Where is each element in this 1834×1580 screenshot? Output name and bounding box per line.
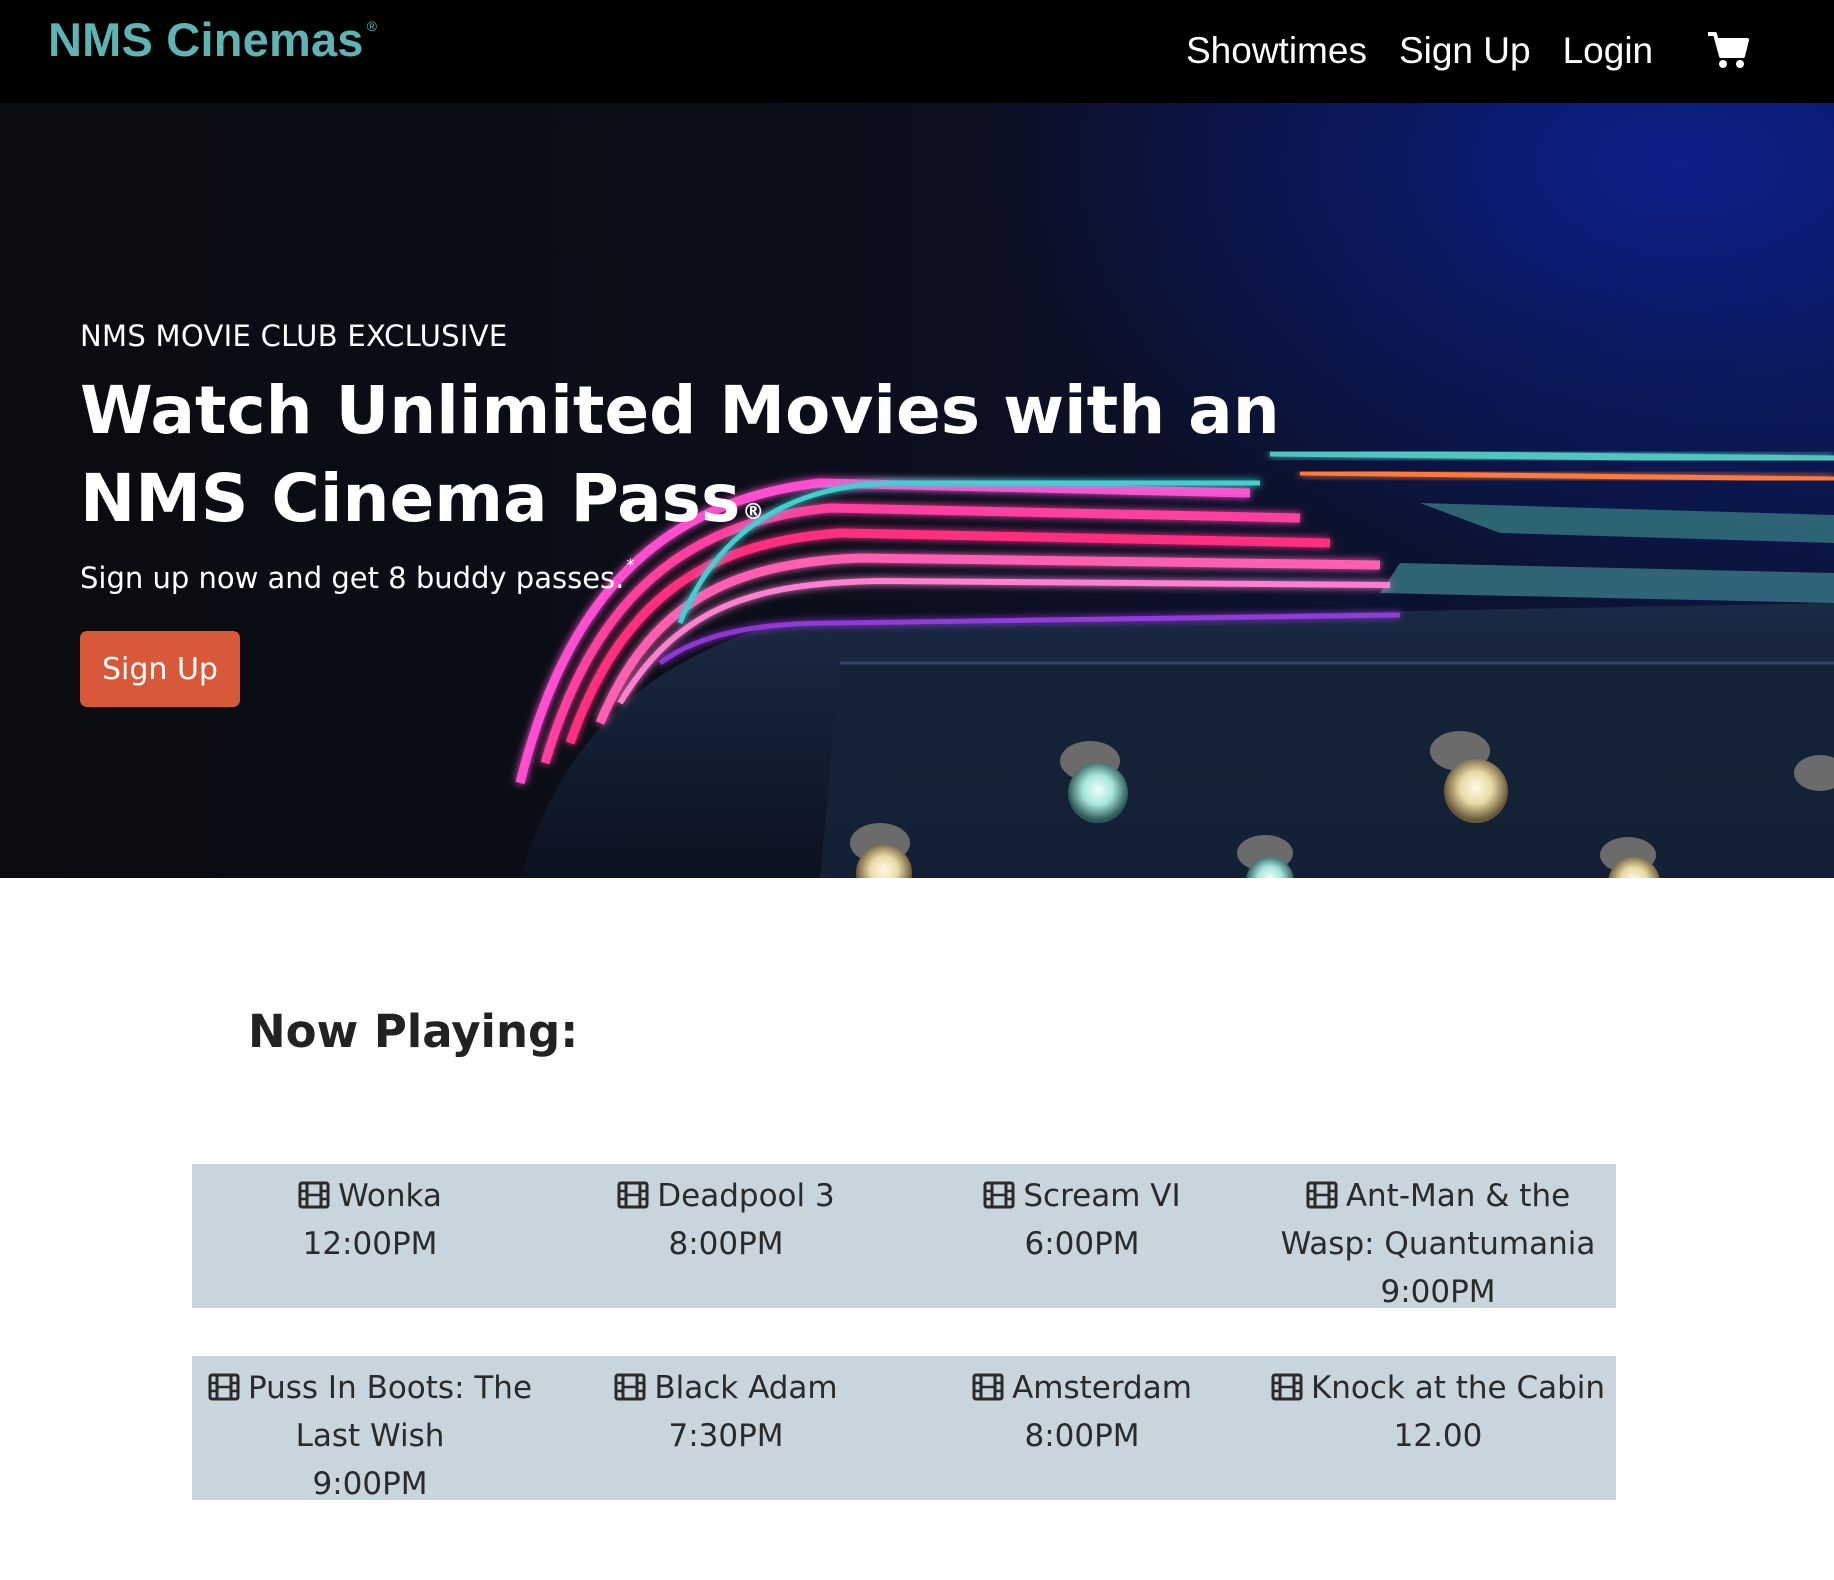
movie-title-line[interactable]: Black Adam — [614, 1370, 838, 1406]
film-icon — [614, 1373, 646, 1401]
brand-name: NMS Cinemas — [48, 13, 364, 66]
top-navbar: NMS Cinemas ® Showtimes Sign Up Login — [0, 0, 1834, 103]
movie-showtime[interactable]: 12:00PM — [192, 1220, 548, 1268]
hero-subline-text: Sign up now and get 8 buddy passes. — [80, 561, 625, 595]
nav-link-sign-up[interactable]: Sign Up — [1399, 30, 1531, 72]
movie-title: Wonka — [338, 1178, 442, 1214]
hero-banner: NMS MOVIE CLUB EXCLUSIVE Watch Unlimited… — [0, 103, 1834, 878]
brand-logo[interactable]: NMS Cinemas ® — [48, 12, 377, 67]
movie-title-line[interactable]: Wonka — [298, 1178, 442, 1214]
movie-title: Puss In Boots: The Last Wish — [247, 1370, 533, 1454]
movie-card[interactable]: Wonka 12:00PM — [192, 1164, 548, 1308]
hero-content: NMS MOVIE CLUB EXCLUSIVE Watch Unlimited… — [80, 319, 1380, 707]
movie-card[interactable]: Puss In Boots: The Last Wish 9:00PM — [192, 1356, 548, 1502]
movie-title: Knock at the Cabin — [1310, 1370, 1606, 1406]
movie-title-line[interactable]: Deadpool 3 — [617, 1178, 835, 1214]
movie-card[interactable]: Ant-Man & the Wasp: Quantumania 9:00PM — [1260, 1164, 1616, 1310]
movie-title: Black Adam — [654, 1370, 838, 1406]
movie-showtime[interactable]: 8:00PM — [904, 1412, 1260, 1460]
movie-showtime[interactable]: 9:00PM — [192, 1460, 548, 1508]
film-icon — [1271, 1373, 1303, 1401]
nav-link-login[interactable]: Login — [1563, 30, 1654, 72]
movie-title-line[interactable]: Puss In Boots: The Last Wish — [208, 1370, 532, 1454]
film-icon — [208, 1373, 240, 1401]
film-icon — [1306, 1181, 1338, 1209]
movie-card[interactable]: Scream VI 6:00PM — [904, 1164, 1260, 1308]
brand-registered-mark: ® — [366, 18, 378, 34]
movie-card[interactable]: Black Adam 7:30PM — [548, 1356, 904, 1500]
movie-title-line[interactable]: Scream VI — [983, 1178, 1181, 1214]
movie-showtime[interactable]: 12.00 — [1260, 1412, 1616, 1460]
movie-title: Deadpool 3 — [657, 1178, 835, 1214]
film-icon — [972, 1373, 1004, 1401]
hero-headline: Watch Unlimited Movies with an NMS Cinem… — [80, 367, 1310, 543]
now-playing-heading: Now Playing: — [248, 1005, 579, 1058]
movie-title-line[interactable]: Amsterdam — [972, 1370, 1192, 1406]
hero-footnote-mark: * — [626, 555, 635, 574]
hero-headline-text: Watch Unlimited Movies with an NMS Cinem… — [80, 372, 1280, 537]
movie-card[interactable]: Knock at the Cabin 12.00 — [1260, 1356, 1616, 1500]
hero-subline: Sign up now and get 8 buddy passes. * — [80, 555, 1380, 595]
movie-title: Amsterdam — [1012, 1370, 1192, 1406]
movie-title-line[interactable]: Ant-Man & the Wasp: Quantumania — [1281, 1178, 1596, 1262]
movie-title: Scream VI — [1023, 1178, 1181, 1214]
movie-title-line[interactable]: Knock at the Cabin — [1271, 1370, 1605, 1406]
shopping-cart-icon[interactable] — [1706, 30, 1750, 70]
film-icon — [983, 1181, 1015, 1209]
movie-card[interactable]: Amsterdam 8:00PM — [904, 1356, 1260, 1500]
movie-showtime[interactable]: 8:00PM — [548, 1220, 904, 1268]
film-icon — [617, 1181, 649, 1209]
movie-showtime[interactable]: 6:00PM — [904, 1220, 1260, 1268]
hero-sign-up-button[interactable]: Sign Up — [80, 631, 240, 707]
movie-card[interactable]: Deadpool 3 8:00PM — [548, 1164, 904, 1308]
movie-showtime[interactable]: 7:30PM — [548, 1412, 904, 1460]
film-icon — [298, 1181, 330, 1209]
nav-link-showtimes[interactable]: Showtimes — [1186, 30, 1367, 72]
movie-showtime[interactable]: 9:00PM — [1260, 1268, 1616, 1316]
showtimes-row: Puss In Boots: The Last Wish 9:00PM Blac… — [192, 1356, 1616, 1502]
showtimes-row: Wonka 12:00PM Deadpool 3 8:00PM Scream V… — [192, 1164, 1616, 1310]
nav-links: Showtimes Sign Up Login — [1186, 30, 1653, 72]
hero-eyebrow: NMS MOVIE CLUB EXCLUSIVE — [80, 319, 508, 353]
hero-registered-mark: ® — [742, 500, 765, 525]
